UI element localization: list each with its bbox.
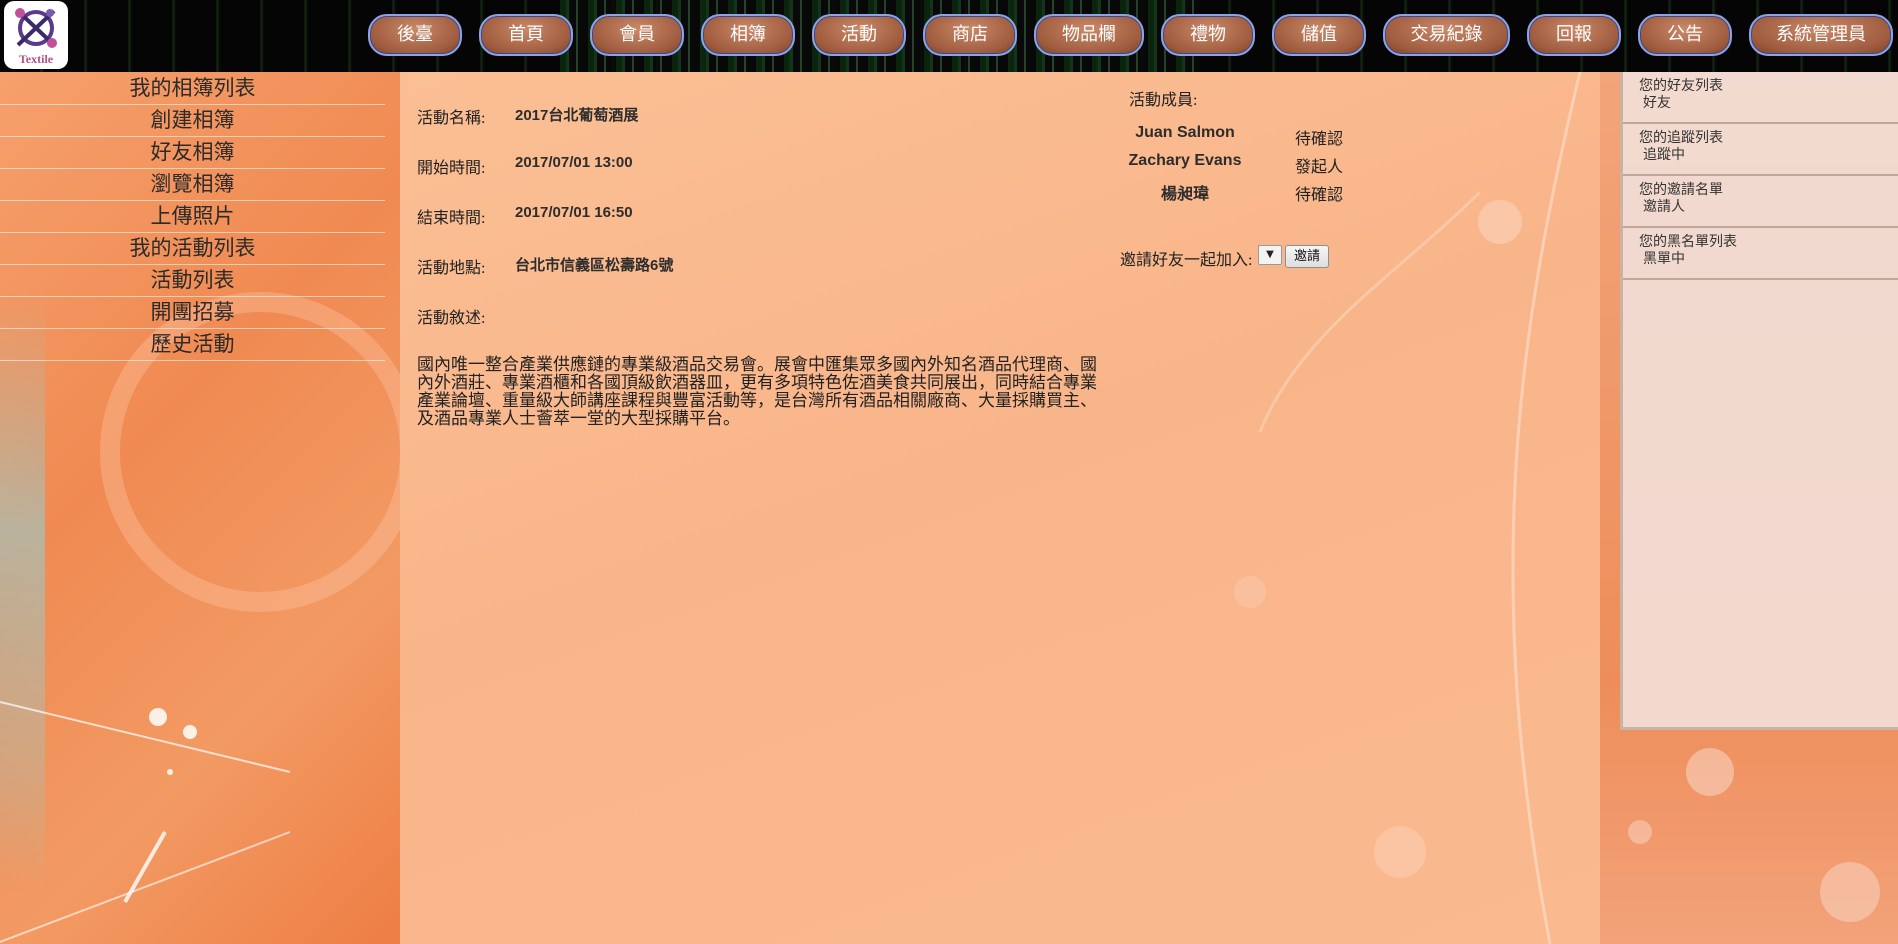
nav-admin[interactable]: 系統管理員 [1749, 14, 1893, 56]
description-label: 活動敘述: [417, 310, 486, 327]
end-time-label: 結束時間: [417, 210, 486, 227]
member-status: 待確認 [1294, 131, 1343, 148]
main-floral-decor [1234, 72, 1582, 944]
sidebar-item-history[interactable]: 歷史活動 [0, 328, 385, 361]
member-name: 楊昶瑋 [1160, 186, 1209, 203]
invite-button[interactable]: 邀請 [1285, 245, 1329, 268]
invite-label: 邀請好友一起加入: [1120, 252, 1253, 269]
blacklist-title: 您的黑名單列表 [1639, 235, 1737, 250]
activity-name-value: 2017台北葡萄酒展 [515, 107, 639, 124]
nav-inventory[interactable]: 物品欄 [1034, 14, 1144, 56]
location-label: 活動地點: [417, 260, 486, 277]
nav-gift[interactable]: 禮物 [1161, 14, 1255, 56]
start-time-value: 2017/07/01 13:00 [515, 154, 633, 171]
nav-home[interactable]: 首頁 [479, 14, 573, 56]
follow-list-link[interactable]: 您的追蹤列表 追蹤中 [1623, 124, 1898, 176]
blacklist-link[interactable]: 您的黑名單列表 黑單中 [1623, 228, 1898, 280]
sidebar-item-browse-albums[interactable]: 瀏覽相簿 [0, 168, 385, 201]
right-panel: 您的好友列表 好友 您的追蹤列表 追蹤中 您的邀請名單 邀請人 您的黑名單列表 … [1620, 72, 1898, 730]
nav-transactions[interactable]: 交易紀錄 [1383, 14, 1510, 56]
location-value: 台北市信義區松壽路6號 [515, 257, 674, 274]
nav-member[interactable]: 會員 [590, 14, 684, 56]
member-status: 待確認 [1294, 187, 1343, 204]
sidebar-item-create-album[interactable]: 創建相簿 [0, 104, 385, 137]
nav-report[interactable]: 回報 [1527, 14, 1621, 56]
nav-deposit[interactable]: 儲值 [1272, 14, 1366, 56]
nav-activity[interactable]: 活動 [812, 14, 906, 56]
invite-friend-select[interactable]: ▼ [1258, 245, 1282, 265]
description-text: 國內唯一整合產業供應鏈的專業級酒品交易會。展會中匯集眾多國內外知名酒品代理商、國… [417, 355, 1097, 428]
friend-list-title: 您的好友列表 [1639, 79, 1723, 94]
nav-announcement[interactable]: 公告 [1638, 14, 1732, 56]
site-logo[interactable]: Textile [4, 1, 68, 69]
chevron-down-icon: ▼ [1266, 249, 1274, 260]
sidebar-item-open-recruit[interactable]: 開團招募 [0, 296, 385, 329]
members-label: 活動成員: [1129, 92, 1198, 109]
member-name: Zachary Evans [1128, 152, 1242, 169]
nav-album[interactable]: 相簿 [701, 14, 795, 56]
friend-list-sub: 好友 [1643, 96, 1671, 111]
member-name: Juan Salmon [1135, 124, 1235, 141]
sidebar-item-my-albums[interactable]: 我的相簿列表 [0, 72, 385, 105]
sidebar-item-friend-albums[interactable]: 好友相簿 [0, 136, 385, 169]
invite-list-title: 您的邀請名單 [1639, 183, 1723, 198]
blacklist-sub: 黑單中 [1643, 252, 1685, 267]
end-time-value: 2017/07/01 16:50 [515, 204, 633, 221]
follow-list-title: 您的追蹤列表 [1639, 131, 1723, 146]
activity-name-label: 活動名稱: [417, 110, 486, 127]
member-status: 發起人 [1294, 159, 1343, 176]
nav-shop[interactable]: 商店 [923, 14, 1017, 56]
follow-list-sub: 追蹤中 [1643, 148, 1685, 163]
sidebar-item-upload-photo[interactable]: 上傳照片 [0, 200, 385, 233]
logo-icon [15, 8, 57, 48]
sidebar-item-activity-list[interactable]: 活動列表 [0, 264, 385, 297]
friend-list-link[interactable]: 您的好友列表 好友 [1623, 72, 1898, 124]
logo-text: Textile [18, 52, 54, 66]
main-background [400, 72, 1600, 944]
start-time-label: 開始時間: [417, 160, 486, 177]
top-nav-bar: Textile 後臺 首頁 會員 相簿 活動 商店 物品欄 禮物 儲值 交易紀錄… [0, 0, 1898, 72]
sidebar-item-my-activities[interactable]: 我的活動列表 [0, 232, 385, 265]
invite-list-link[interactable]: 您的邀請名單 邀請人 [1623, 176, 1898, 228]
invite-list-sub: 邀請人 [1643, 200, 1685, 215]
nav-backend[interactable]: 後臺 [368, 14, 462, 56]
